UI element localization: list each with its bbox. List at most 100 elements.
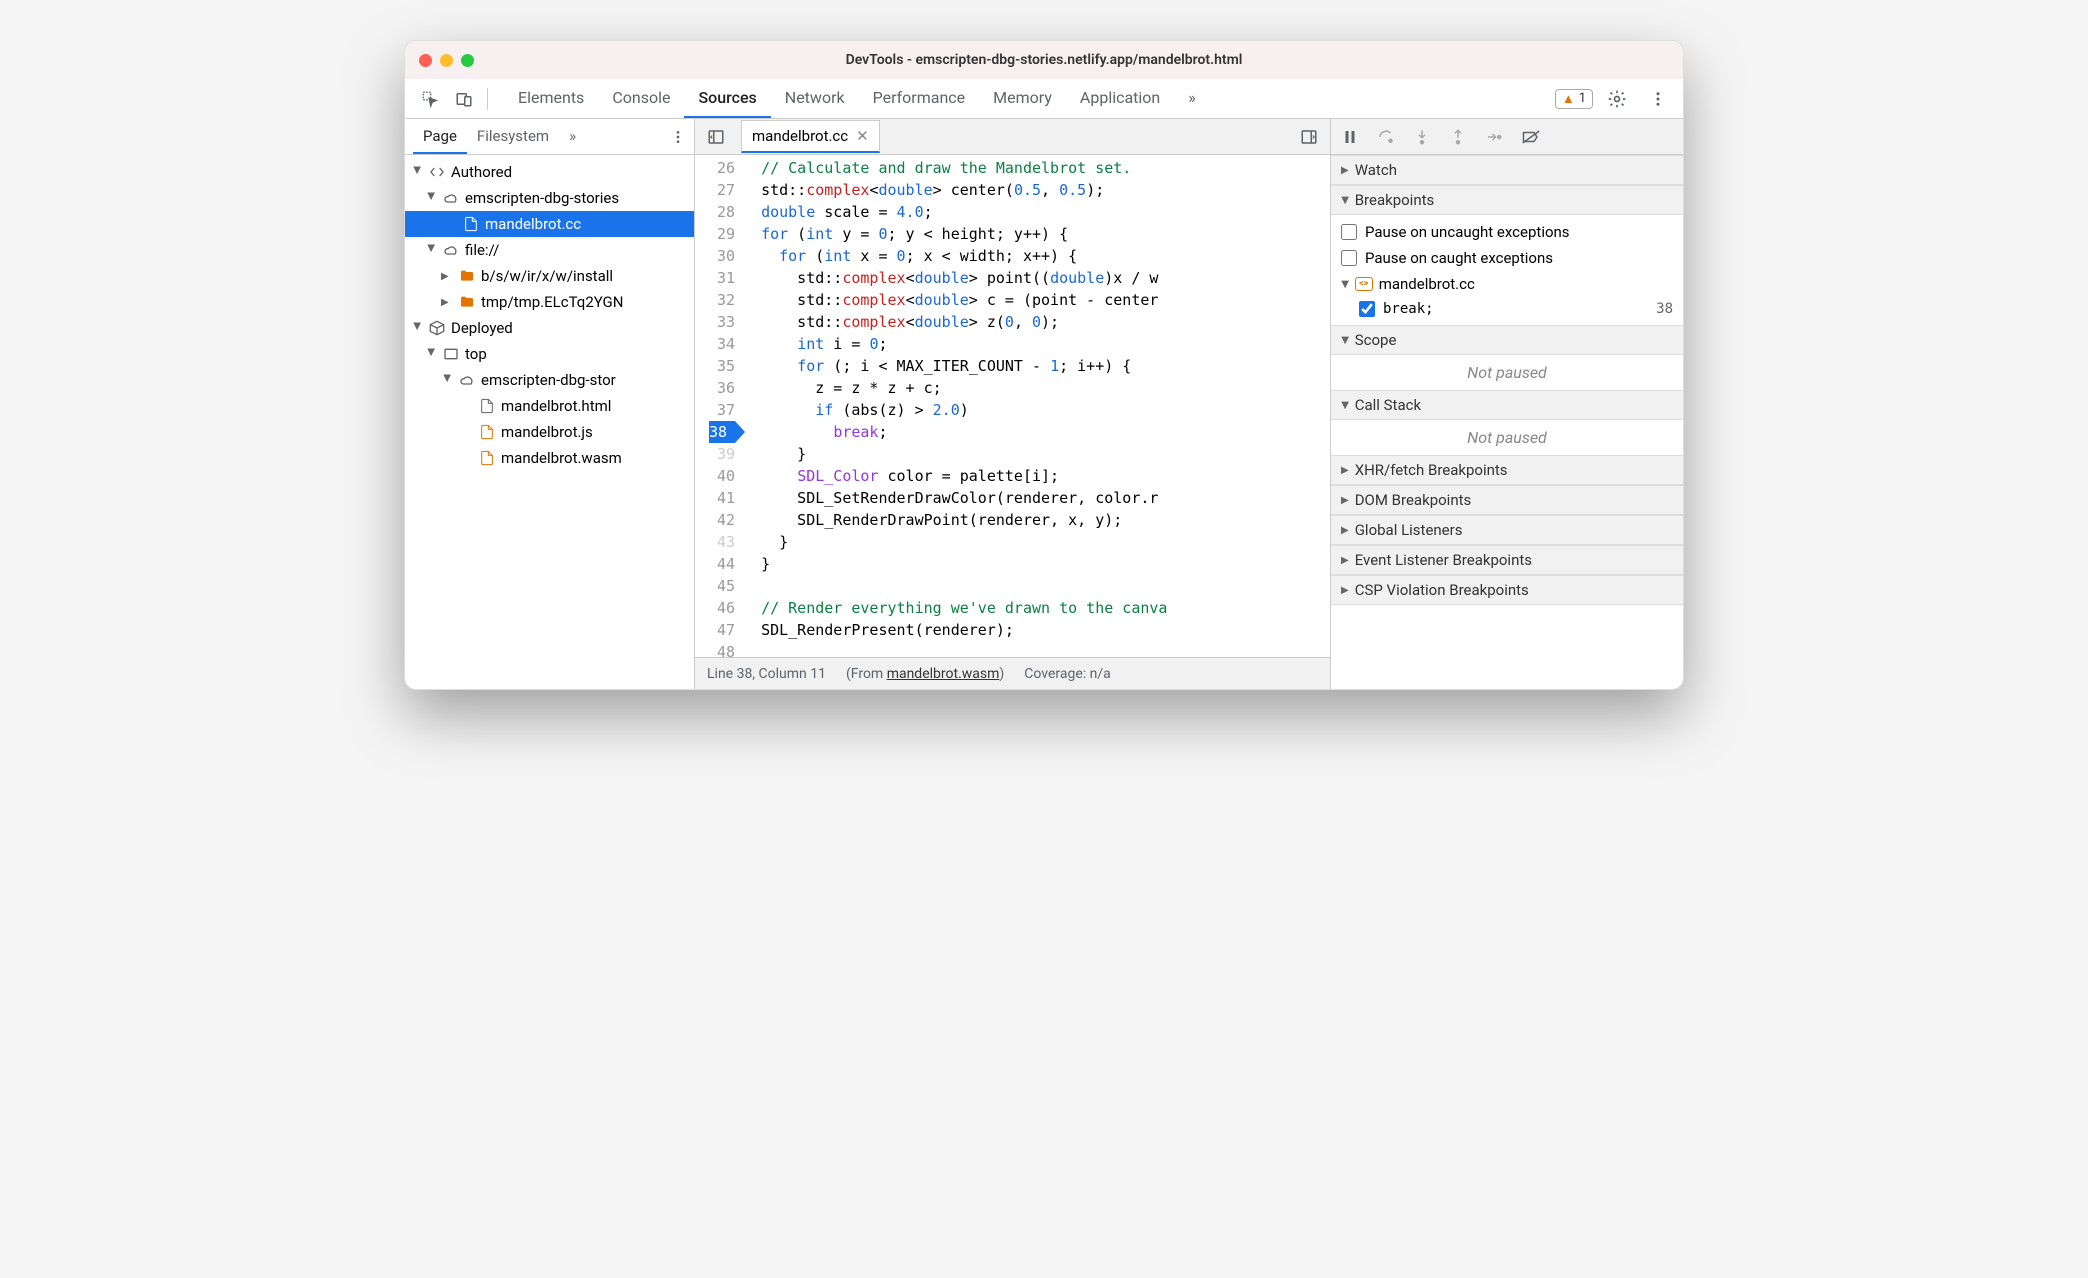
navigator-more-icon[interactable] — [670, 129, 686, 145]
tab-elements[interactable]: Elements — [504, 79, 598, 118]
file-tree: ▶ Authored ▶ emscripten-dbg-stories mand… — [405, 155, 694, 689]
warning-count: 1 — [1579, 91, 1586, 106]
file-tab-label: mandelbrot.cc — [752, 127, 848, 145]
editor-tabbar: mandelbrot.cc ✕ — [695, 119, 1330, 155]
tab-sources[interactable]: Sources — [684, 79, 770, 118]
tree-label: Authored — [451, 163, 512, 181]
tree-group-deployed[interactable]: ▶ Deployed — [405, 315, 694, 341]
tab-network[interactable]: Network — [771, 79, 859, 118]
sidebar-tab-overflow[interactable]: » — [559, 119, 586, 154]
tab-console[interactable]: Console — [598, 79, 684, 118]
tab-performance[interactable]: Performance — [859, 79, 980, 118]
breakpoint-checkbox[interactable] — [1359, 301, 1375, 317]
step-out-icon[interactable] — [1449, 128, 1467, 146]
source-file-link[interactable]: mandelbrot.wasm — [887, 666, 1000, 682]
cloud-icon — [443, 190, 459, 206]
section-event[interactable]: ▶ Event Listener Breakpoints — [1331, 545, 1683, 575]
tree-folder[interactable]: ▶ tmp/tmp.ELcTq2YGN — [405, 289, 694, 315]
code-editor[interactable]: 2627282930313233343536373839404142434445… — [695, 155, 1330, 657]
close-window-button[interactable] — [419, 54, 432, 67]
section-watch[interactable]: ▶ Watch — [1331, 155, 1683, 185]
navigator-tabs: Page Filesystem » — [405, 119, 694, 155]
pause-uncaught-checkbox[interactable]: Pause on uncaught exceptions — [1341, 219, 1673, 245]
section-breakpoints[interactable]: ▶ Breakpoints — [1331, 185, 1683, 215]
section-csp[interactable]: ▶ CSP Violation Breakpoints — [1331, 575, 1683, 605]
tree-label: mandelbrot.cc — [485, 215, 581, 233]
breakpoint-file-group[interactable]: ▶ <> mandelbrot.cc — [1341, 271, 1673, 297]
tree-file-js[interactable]: mandelbrot.js — [405, 419, 694, 445]
tree-file-html[interactable]: mandelbrot.html — [405, 393, 694, 419]
tree-group-authored[interactable]: ▶ Authored — [405, 159, 694, 185]
breakpoints-body: Pause on uncaught exceptions Pause on ca… — [1331, 215, 1683, 325]
file-icon — [479, 398, 495, 414]
section-xhr[interactable]: ▶ XHR/fetch Breakpoints — [1331, 455, 1683, 485]
device-toggle-icon[interactable] — [447, 84, 481, 114]
toggle-navigator-icon[interactable] — [701, 124, 731, 150]
chevron-right-icon: ▶ — [1341, 555, 1349, 566]
breakpoint-entry[interactable]: break; 38 — [1341, 297, 1673, 321]
step-over-icon[interactable] — [1377, 128, 1395, 146]
sidebar-tab-page[interactable]: Page — [413, 119, 467, 154]
chevron-right-icon: ▶ — [1341, 465, 1349, 476]
folder-icon — [459, 268, 475, 284]
debugger-panel: ▶ Watch ▶ Breakpoints Pause on uncaught … — [1331, 119, 1683, 689]
file-icon — [463, 216, 479, 232]
devtools-window: DevTools - emscripten-dbg-stories.netlif… — [404, 40, 1684, 690]
content-area: Page Filesystem » ▶ Authored ▶ emscripte… — [405, 119, 1683, 689]
close-tab-icon[interactable]: ✕ — [856, 127, 869, 145]
section-call-stack[interactable]: ▶ Call Stack — [1331, 390, 1683, 420]
titlebar: DevTools - emscripten-dbg-stories.netlif… — [405, 41, 1683, 79]
tab-overflow[interactable]: » — [1174, 79, 1210, 118]
step-icon[interactable] — [1485, 128, 1503, 146]
tree-domain[interactable]: ▶ emscripten-dbg-stor — [405, 367, 694, 393]
chevron-right-icon: ▶ — [441, 297, 453, 308]
line-gutter[interactable]: 2627282930313233343536373839404142434445… — [695, 155, 743, 657]
pause-icon[interactable] — [1341, 128, 1359, 146]
main-toolbar: Elements Console Sources Network Perform… — [405, 79, 1683, 119]
divider — [487, 88, 488, 110]
folder-icon — [459, 294, 475, 310]
deactivate-breakpoints-icon[interactable] — [1521, 128, 1541, 146]
toggle-debugger-icon[interactable] — [1294, 124, 1324, 150]
inspect-element-icon[interactable] — [413, 84, 447, 114]
section-global[interactable]: ▶ Global Listeners — [1331, 515, 1683, 545]
section-dom[interactable]: ▶ DOM Breakpoints — [1331, 485, 1683, 515]
tree-domain[interactable]: ▶ emscripten-dbg-stories — [405, 185, 694, 211]
callstack-not-paused: Not paused — [1331, 420, 1683, 455]
chevron-down-icon: ▶ — [426, 192, 437, 204]
cloud-icon — [459, 372, 475, 388]
tab-application[interactable]: Application — [1066, 79, 1174, 118]
checkbox[interactable] — [1341, 250, 1357, 266]
section-scope[interactable]: ▶ Scope — [1331, 325, 1683, 355]
chevron-down-icon: ▶ — [1339, 196, 1350, 204]
minimize-window-button[interactable] — [440, 54, 453, 67]
chevron-down-icon: ▶ — [412, 166, 423, 178]
chevron-down-icon: ▶ — [412, 322, 423, 334]
settings-icon[interactable] — [1599, 83, 1635, 115]
tree-label: top — [465, 345, 487, 363]
tree-folder[interactable]: ▶ b/s/w/ir/x/w/install — [405, 263, 694, 289]
editor-statusbar: Line 38, Column 11 (From mandelbrot.wasm… — [695, 657, 1330, 689]
maximize-window-button[interactable] — [461, 54, 474, 67]
editor-panel: mandelbrot.cc ✕ 262728293031323334353637… — [695, 119, 1331, 689]
warnings-badge[interactable]: ▲ 1 — [1555, 89, 1593, 109]
tab-memory[interactable]: Memory — [979, 79, 1066, 118]
code-body[interactable]: // Calculate and draw the Mandelbrot set… — [743, 155, 1167, 657]
tree-file-mandelbrot-cc[interactable]: mandelbrot.cc — [405, 211, 694, 237]
window-title: DevTools - emscripten-dbg-stories.netlif… — [405, 52, 1683, 68]
tree-file-scheme[interactable]: ▶ file:// — [405, 237, 694, 263]
chevron-down-icon: ▶ — [426, 244, 437, 256]
sidebar-tab-filesystem[interactable]: Filesystem — [467, 119, 559, 154]
tree-frame-top[interactable]: ▶ top — [405, 341, 694, 367]
more-icon[interactable] — [1641, 84, 1675, 114]
checkbox[interactable] — [1341, 224, 1357, 240]
chevron-right-icon: ▶ — [1341, 525, 1349, 536]
panel-tabs: Elements Console Sources Network Perform… — [504, 79, 1210, 118]
tree-file-wasm[interactable]: mandelbrot.wasm — [405, 445, 694, 471]
editor-file-tab[interactable]: mandelbrot.cc ✕ — [741, 120, 880, 153]
pause-caught-checkbox[interactable]: Pause on caught exceptions — [1341, 245, 1673, 271]
source-badge-icon: <> — [1355, 277, 1373, 291]
step-into-icon[interactable] — [1413, 128, 1431, 146]
tree-label: mandelbrot.html — [501, 397, 611, 415]
file-js-icon — [479, 450, 495, 466]
